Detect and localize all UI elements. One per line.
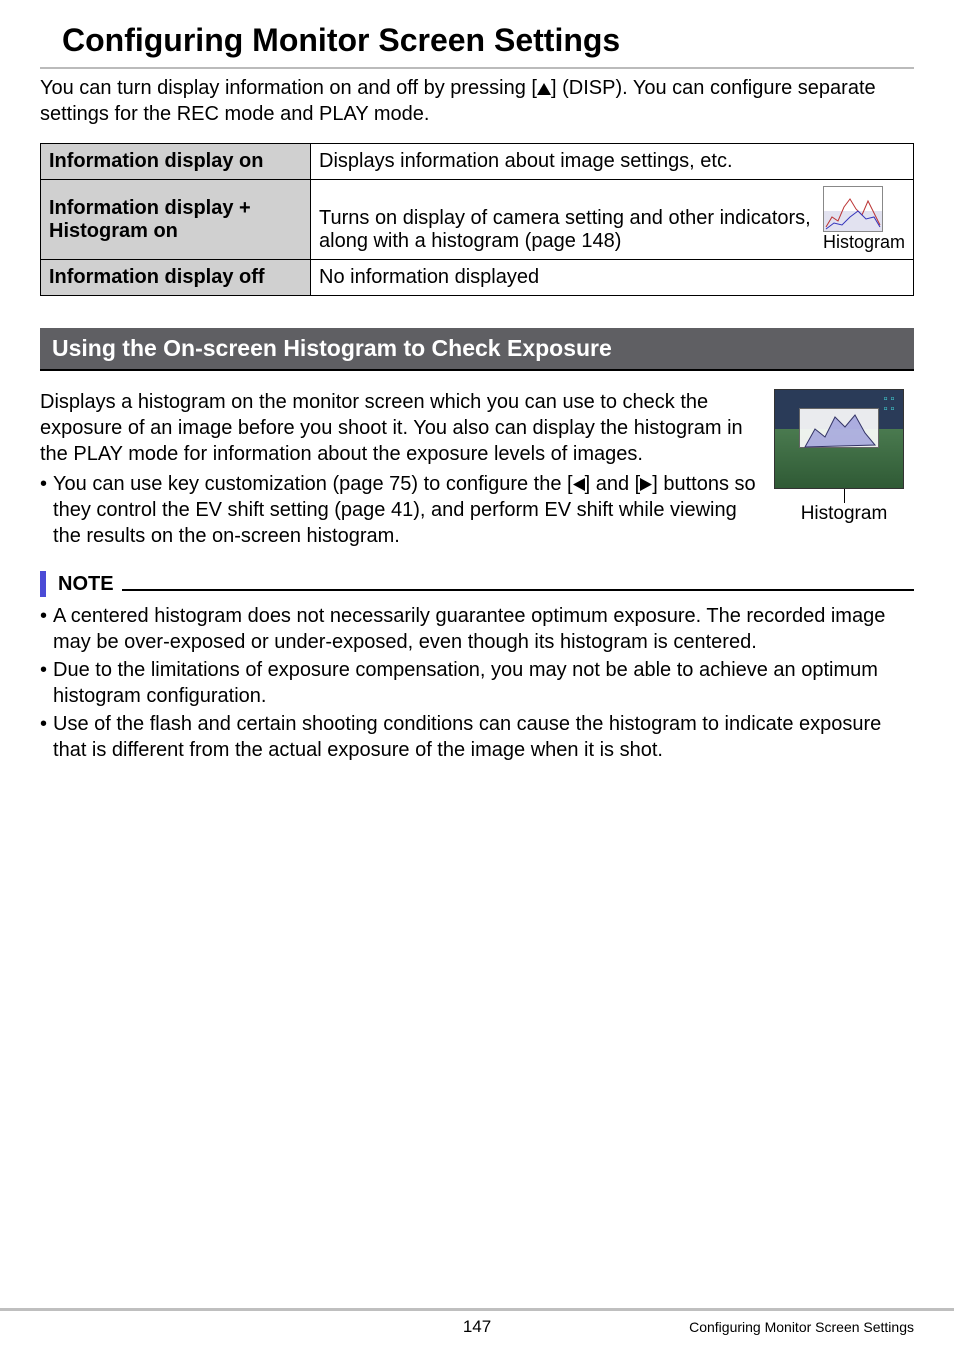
note-text: Use of the flash and certain shooting co… xyxy=(53,711,914,763)
row1-desc: Displays information about image setting… xyxy=(311,144,914,180)
left-triangle-icon xyxy=(573,478,585,491)
histogram-thumb-icon xyxy=(823,186,883,232)
row2-text: Turns on display of camera setting and o… xyxy=(319,207,813,253)
screen-indicator-icon: ▫ ▫▫ ▫ xyxy=(879,394,899,414)
row2-desc: Turns on display of camera setting and o… xyxy=(311,180,914,260)
page-number: 147 xyxy=(463,1317,491,1337)
bullet-mark: • xyxy=(40,711,47,763)
list-item: • Use of the flash and certain shooting … xyxy=(40,711,914,763)
up-triangle-icon xyxy=(537,83,551,95)
bullet-b: ] and [ xyxy=(585,473,641,495)
row3-header: Information display off xyxy=(41,260,311,296)
footer-section-name: Configuring Monitor Screen Settings xyxy=(689,1319,914,1335)
row3-desc: No information displayed xyxy=(311,260,914,296)
note-text: Due to the limitations of exposure compe… xyxy=(53,657,914,709)
intro-a: You can turn display information on and … xyxy=(40,77,537,99)
table-row: Information display on Displays informat… xyxy=(41,144,914,180)
bullet-mark: • xyxy=(40,471,47,549)
note-list: • A centered histogram does not necessar… xyxy=(40,603,914,763)
list-item: • A centered histogram does not necessar… xyxy=(40,603,914,655)
row2-header: Information display + Histogram on xyxy=(41,180,311,260)
section-heading: Using the On-screen Histogram to Check E… xyxy=(40,328,914,371)
note-text: A centered histogram does not necessaril… xyxy=(53,603,914,655)
row2-img-label: Histogram xyxy=(823,232,905,253)
right-triangle-icon xyxy=(640,478,652,491)
bullet-mark: • xyxy=(40,657,47,709)
note-divider xyxy=(122,589,914,591)
note-accent-bar xyxy=(40,571,46,597)
row1-header: Information display on xyxy=(41,144,311,180)
histogram-label: Histogram xyxy=(774,503,914,525)
section-paragraph: Displays a histogram on the monitor scre… xyxy=(40,389,756,467)
table-row: Information display + Histogram on Turns… xyxy=(41,180,914,260)
intro-text: You can turn display information on and … xyxy=(40,75,914,127)
list-item: • Due to the limitations of exposure com… xyxy=(40,657,914,709)
histogram-overlay-icon xyxy=(799,408,879,448)
note-label: NOTE xyxy=(58,573,114,596)
page-title: Configuring Monitor Screen Settings xyxy=(40,18,914,69)
bullet-mark: • xyxy=(40,603,47,655)
section-bullet: • You can use key customization (page 75… xyxy=(40,471,756,549)
bullet-a: You can use key customization (page 75) … xyxy=(53,473,573,495)
table-row: Information display off No information d… xyxy=(41,260,914,296)
histogram-screenshot: ▫ ▫▫ ▫ xyxy=(774,389,904,489)
pointer-line xyxy=(844,489,845,503)
info-table: Information display on Displays informat… xyxy=(40,143,914,296)
page-footer: 147 Configuring Monitor Screen Settings xyxy=(0,1308,954,1335)
